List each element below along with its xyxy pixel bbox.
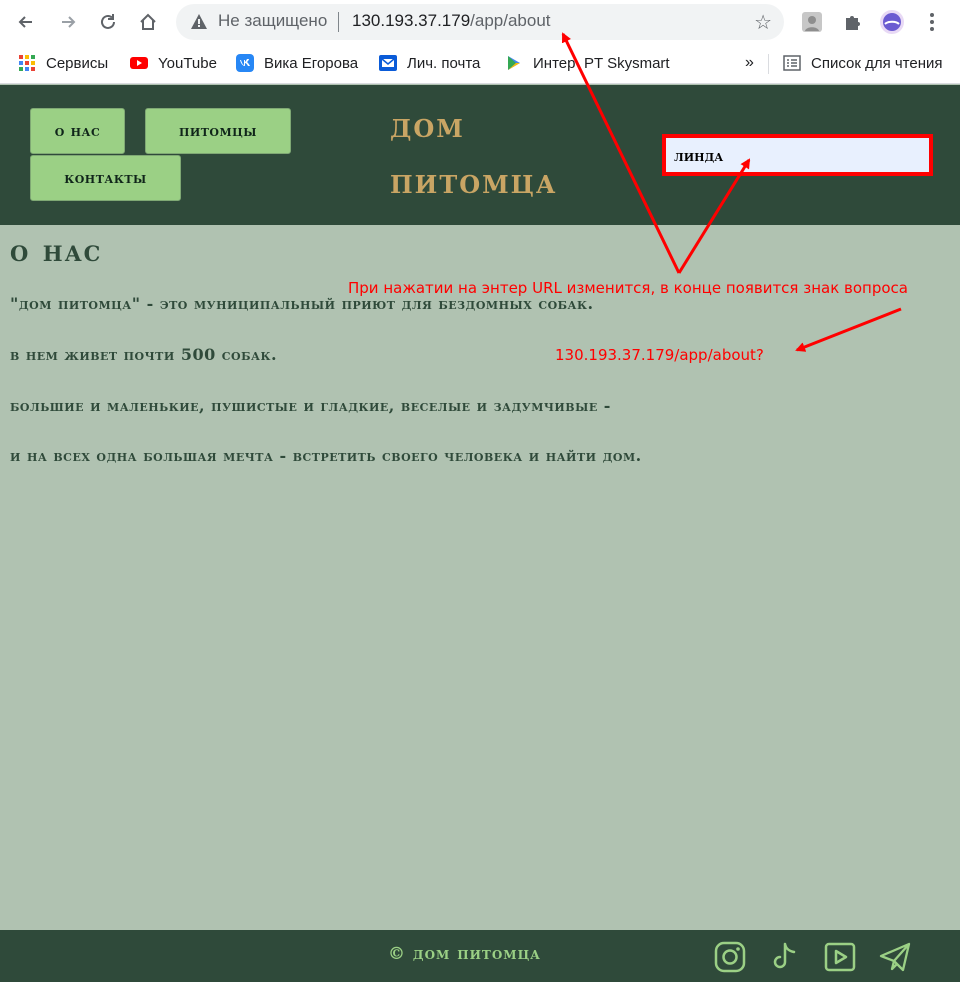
mail-icon <box>379 55 397 71</box>
reading-list-label: Список для чтения <box>811 54 943 72</box>
divider <box>338 12 339 32</box>
tiktok-icon[interactable] <box>767 940 801 974</box>
bookmark-label: Лич. почта <box>407 54 481 72</box>
site-logo[interactable]: дом питомца <box>390 98 557 210</box>
profile-picture-icon <box>802 12 822 32</box>
bookmarks-bar: Сервисы YouTube Вика Егорова Лич. почта … <box>0 44 960 84</box>
back-button[interactable] <box>12 8 40 36</box>
reading-list-button[interactable]: Список для чтения <box>783 52 943 74</box>
nav-tab-contacts[interactable]: контакты <box>30 155 181 201</box>
reload-icon <box>101 14 115 29</box>
account-avatar[interactable] <box>878 8 906 36</box>
bookmark-star-icon[interactable]: ☆ <box>754 10 772 34</box>
bookmark-services[interactable]: Сервисы <box>18 52 108 74</box>
nav-tab-pets[interactable]: питомцы <box>145 108 291 154</box>
bookmark-label: Интер <box>533 54 576 72</box>
bookmark-label: YouTube <box>158 54 217 72</box>
bookmark-label: Вика Егорова <box>264 54 359 72</box>
reading-list-icon <box>783 55 801 71</box>
browser-toolbar: Не защищено 130.193.37.179/app/about ☆ <box>0 0 960 44</box>
bookmark-youtube[interactable]: YouTube <box>130 52 217 74</box>
url-text[interactable]: 130.193.37.179/app/about <box>352 11 551 31</box>
footer-copyright: © дом питомца <box>388 944 541 964</box>
bookmark-label: Сервисы <box>46 54 109 72</box>
instagram-icon[interactable] <box>713 940 747 974</box>
page-title: о нас <box>10 234 103 269</box>
arrow-right-icon <box>62 16 76 28</box>
url-path: /app/about <box>470 11 551 30</box>
extensions-button[interactable] <box>838 8 866 36</box>
arrow-left-icon <box>18 16 32 28</box>
bookmark-label: PT Skysmart <box>584 54 670 72</box>
more-vert-icon <box>930 13 934 31</box>
annotation-url-result: 130.193.37.179/app/about? <box>555 346 764 364</box>
site-footer: © дом питомца <box>0 930 960 982</box>
avatar-icon <box>880 10 904 34</box>
telegram-icon[interactable] <box>878 940 912 974</box>
url-host: 130.193.37.179 <box>352 11 471 30</box>
home-button[interactable] <box>134 8 162 36</box>
annotation-note: При нажатии на энтер URL изменится, в ко… <box>348 279 908 297</box>
youtube-play-icon[interactable] <box>823 940 857 974</box>
bookmark-vk[interactable]: Вика Егорова <box>236 52 358 74</box>
warning-icon[interactable] <box>190 13 208 31</box>
forward-button[interactable] <box>54 8 82 36</box>
brand-line-2: питомца <box>390 162 558 202</box>
profile-ext-button[interactable] <box>798 8 826 36</box>
about-paragraph-3: большие и маленькие, пушистые и гладкие,… <box>10 396 611 415</box>
bookmarks-overflow-button[interactable]: » <box>745 52 754 74</box>
arrow-to-result <box>795 307 902 352</box>
play-store-icon <box>508 56 520 70</box>
bookmark-skysmart[interactable]: PT Skysmart <box>584 52 670 74</box>
bookmark-inter[interactable]: Интер <box>505 52 575 74</box>
browser-menu-button[interactable] <box>918 8 946 36</box>
nav-tab-about[interactable]: о нас <box>30 108 125 154</box>
brand-line-1: дом <box>390 106 465 146</box>
apps-grid-icon <box>19 55 35 71</box>
bookmark-mail[interactable]: Лич. почта <box>379 52 480 74</box>
youtube-icon <box>130 57 148 69</box>
about-paragraph-2: в нем живет почти 500 собак. <box>10 345 278 364</box>
reload-button[interactable] <box>94 8 122 36</box>
security-status[interactable]: Не защищено <box>218 11 327 31</box>
overflow-label: » <box>745 54 754 71</box>
puzzle-icon <box>846 16 860 30</box>
home-icon <box>140 13 156 30</box>
divider <box>768 54 769 74</box>
vk-icon <box>236 54 254 72</box>
address-bar[interactable]: Не защищено 130.193.37.179/app/about ☆ <box>176 4 784 40</box>
search-input[interactable] <box>662 134 933 176</box>
about-paragraph-4: и на всех одна большая мечта - встретить… <box>10 446 642 465</box>
